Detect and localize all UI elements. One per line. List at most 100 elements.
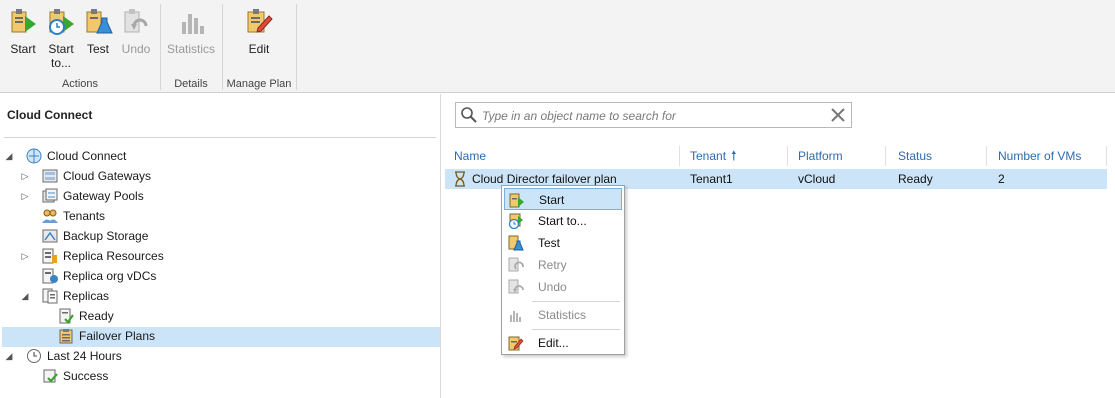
failover-plan-icon xyxy=(455,171,465,187)
replicas-icon xyxy=(42,288,58,304)
statistics-icon xyxy=(182,14,204,34)
replica-resources-icon xyxy=(42,248,57,264)
clear-search-icon[interactable] xyxy=(831,108,845,122)
tree-node-tenants[interactable]: Tenants xyxy=(0,206,440,226)
tree-node-label: Tenants xyxy=(63,209,106,223)
statistics-button[interactable]: Statistics xyxy=(166,6,216,56)
test-plan-icon xyxy=(86,9,113,34)
column-header-name[interactable]: Name xyxy=(454,149,486,163)
success-icon xyxy=(43,369,58,383)
edit-button[interactable]: Edit xyxy=(239,6,279,56)
menu-item-label: Edit... xyxy=(538,336,569,350)
tree-node-replica-org-vdcs[interactable]: Replica org vDCs xyxy=(0,266,440,286)
tree-node-backup-storage[interactable]: Backup Storage xyxy=(0,226,440,246)
tree-node-label: Cloud Connect xyxy=(47,149,127,163)
ribbon-group-details-label: Details xyxy=(174,78,208,90)
menu-item-label: Retry xyxy=(538,258,567,272)
tree-node-label: Replicas xyxy=(63,289,110,303)
column-divider[interactable] xyxy=(1106,146,1107,166)
menu-item-start-to[interactable]: Start to... xyxy=(504,210,622,232)
start-to-button-label-2: to... xyxy=(50,56,71,70)
start-button[interactable]: Start xyxy=(3,6,43,56)
history-icon xyxy=(27,349,41,363)
tree-node-last-24-hours[interactable]: ◢ Last 24 Hours xyxy=(0,346,440,366)
column-header-platform[interactable]: Platform xyxy=(798,149,843,163)
divider xyxy=(4,137,436,138)
search-box[interactable]: Type in an object name to search for xyxy=(455,102,852,128)
collapse-arrow-icon[interactable]: ◢ xyxy=(20,286,30,306)
tree-node-success[interactable]: Success xyxy=(0,366,440,386)
tree-node-label: Failover Plans xyxy=(79,329,156,343)
tree-node-cloud-gateways[interactable]: ▷ Cloud Gateways xyxy=(0,166,440,186)
cloud-connect-icon xyxy=(26,148,42,164)
test-plan-icon xyxy=(508,235,524,251)
column-divider[interactable] xyxy=(787,146,788,166)
expand-arrow-icon[interactable]: ▷ xyxy=(20,246,30,266)
tree-node-gateway-pools[interactable]: ▷ Gateway Pools xyxy=(0,186,440,206)
tree-node-label: Ready xyxy=(79,309,114,323)
test-button[interactable]: Test xyxy=(78,6,118,56)
column-divider[interactable] xyxy=(986,146,987,166)
sort-ascending-icon: 🠕 xyxy=(731,148,737,163)
menu-item-label: Start xyxy=(539,193,565,207)
navigation-pane-title: Cloud Connect xyxy=(7,108,93,122)
ribbon-group-details: Statistics Details xyxy=(161,0,221,93)
retry-icon xyxy=(508,257,524,272)
tree-node-label: Backup Storage xyxy=(63,229,149,243)
tree-node-replicas[interactable]: ◢ Replicas xyxy=(0,286,440,306)
start-to-plan-icon xyxy=(49,9,74,35)
ready-replica-icon xyxy=(59,308,74,324)
tree-node-cloud-connect[interactable]: ◢ Cloud Connect xyxy=(0,146,440,166)
tree-node-replica-resources[interactable]: ▷ Replica Resources xyxy=(0,246,440,266)
column-header-status[interactable]: Status xyxy=(898,149,932,163)
collapse-arrow-icon[interactable]: ◢ xyxy=(4,346,14,366)
tree-node-label: Replica Resources xyxy=(63,249,164,263)
tree-node-label: Last 24 Hours xyxy=(47,349,122,363)
tree-node-ready[interactable]: Ready xyxy=(0,306,440,326)
tree-node-label: Success xyxy=(63,369,109,383)
edit-plan-icon xyxy=(247,9,273,33)
start-plan-icon xyxy=(11,9,36,33)
tree-node-label: Replica org vDCs xyxy=(63,269,157,283)
menu-separator xyxy=(532,329,620,330)
menu-item-edit[interactable]: Edit... xyxy=(504,332,622,354)
undo-plan-icon xyxy=(124,9,148,33)
backup-storage-icon xyxy=(42,229,58,243)
navigation-pane: Cloud Connect ◢ Cloud Connect ▷ Cloud Ga… xyxy=(0,94,441,398)
menu-item-retry[interactable]: Retry xyxy=(504,254,622,276)
statistics-button-label: Statistics xyxy=(166,42,215,56)
start-plan-icon xyxy=(509,193,524,208)
expand-arrow-icon[interactable]: ▷ xyxy=(20,166,30,186)
menu-item-label: Undo xyxy=(538,280,567,294)
menu-item-label: Test xyxy=(538,236,561,250)
column-header-tenant[interactable]: Tenant xyxy=(690,149,726,163)
menu-item-statistics[interactable]: Statistics xyxy=(504,304,622,326)
ribbon-group-actions-label: Actions xyxy=(61,78,99,90)
menu-item-label: Start to... xyxy=(538,214,587,228)
cloud-gateway-icon xyxy=(42,169,58,183)
ribbon-separator xyxy=(296,4,297,90)
cell-platform: vCloud xyxy=(798,172,836,186)
menu-item-start[interactable]: Start xyxy=(504,188,622,210)
undo-button[interactable]: Undo xyxy=(116,6,156,56)
tree-node-failover-plans[interactable]: Failover Plans xyxy=(0,326,440,346)
cell-status: Ready xyxy=(898,172,933,186)
column-divider[interactable] xyxy=(679,146,680,166)
test-button-label: Test xyxy=(86,42,109,56)
start-to-plan-icon xyxy=(508,213,523,229)
expand-arrow-icon[interactable]: ▷ xyxy=(20,186,30,206)
menu-item-undo[interactable]: Undo xyxy=(504,276,622,298)
collapse-arrow-icon[interactable]: ◢ xyxy=(4,146,14,166)
menu-separator xyxy=(532,301,620,302)
cell-number-of-vms: 2 xyxy=(998,172,1005,186)
edit-plan-icon xyxy=(508,336,524,351)
menu-item-label: Statistics xyxy=(538,308,587,322)
failover-plans-icon xyxy=(59,329,73,344)
gateway-pool-icon xyxy=(42,188,58,203)
search-input[interactable]: Type in an object name to search for xyxy=(482,109,676,123)
start-to-button[interactable]: Start to... xyxy=(41,6,81,70)
column-divider[interactable] xyxy=(885,146,886,166)
column-header-number-of-vms[interactable]: Number of VMs xyxy=(998,149,1081,163)
menu-item-test[interactable]: Test xyxy=(504,232,622,254)
start-button-label: Start xyxy=(10,42,36,56)
